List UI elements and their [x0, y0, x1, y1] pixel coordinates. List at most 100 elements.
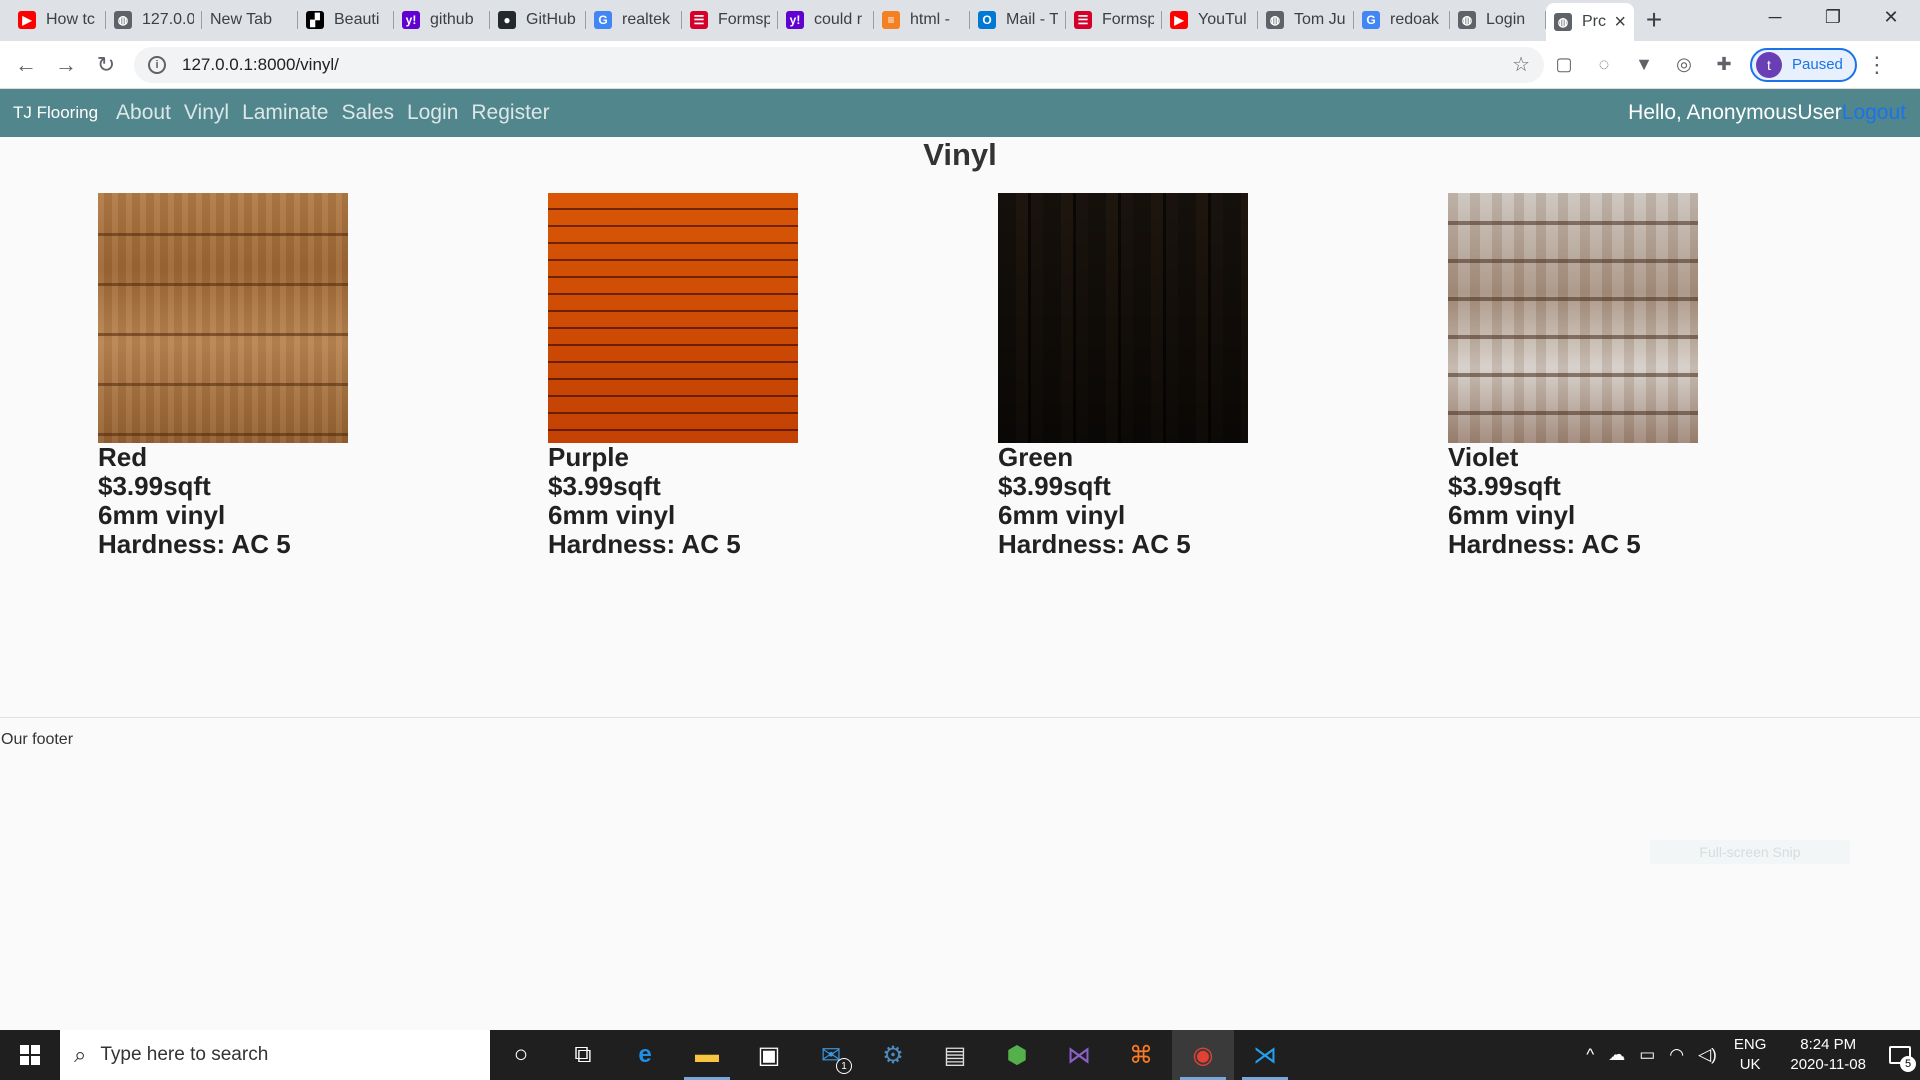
product-image[interactable] [98, 193, 348, 443]
cortana-icon[interactable]: ○ [490, 1030, 552, 1080]
nav-vinyl[interactable]: Vinyl [184, 101, 229, 125]
browser-tab-strip: ▶ How tc ◍ 127.0.0 New Tab ▞ Beauti y! github ● Gi… [0, 0, 1920, 41]
browser-tab[interactable]: ● GitHub [490, 3, 586, 37]
chrome-icon[interactable]: ◉ [1172, 1030, 1234, 1080]
restore-icon[interactable]: ❐ [1804, 0, 1862, 34]
windows-taskbar: ⌕ Type here to search ○ ⧉ e ▬ ▣ ✉ 1 ⚙ ▤ ⬢… [0, 1030, 1920, 1080]
forward-icon[interactable]: → [46, 45, 86, 85]
bookmark-star-icon[interactable]: ☆ [1512, 52, 1530, 77]
clock-date: 2020-11-08 [1790, 1056, 1866, 1073]
extension-icon[interactable]: ▼ [1624, 45, 1664, 85]
avatar: t [1756, 51, 1782, 78]
product-hardness: Hardness: AC 5 [998, 529, 1191, 559]
close-tab-icon[interactable]: × [1614, 11, 1626, 34]
globe-icon: ◍ [1266, 11, 1284, 29]
product-price: $3.99sqft [98, 471, 211, 501]
node-icon[interactable]: ⬢ [986, 1030, 1048, 1080]
nav-sales[interactable]: Sales [341, 101, 394, 125]
volume-icon[interactable]: ◁) [1698, 1045, 1717, 1065]
browser-tab[interactable]: ☰ Formsp [1066, 3, 1162, 37]
vscode-icon[interactable]: ⋊ [1234, 1030, 1296, 1080]
browser-tab[interactable]: ▶ YouTul [1162, 3, 1258, 37]
store-icon[interactable]: ▣ [738, 1030, 800, 1080]
snip-overlay[interactable]: Full-screen Snip [1650, 840, 1850, 864]
start-button[interactable] [0, 1030, 60, 1080]
youtube-icon: ▶ [1170, 11, 1188, 29]
browser-tab[interactable]: Gredoak [1354, 3, 1450, 37]
clock[interactable]: 8:24 PM 2020-11-08 [1790, 1035, 1866, 1075]
product-card: Green $3.99sqft 6mm vinyl Hardness: AC 5 [998, 193, 1258, 559]
tab-title: could r [814, 11, 863, 28]
mail-icon[interactable]: ✉ 1 [800, 1030, 862, 1080]
browser-tab[interactable]: ▶ How tc [10, 3, 106, 37]
puzzle-icon[interactable]: ✚ [1704, 45, 1744, 85]
tab-title: Formsp [718, 11, 770, 28]
product-hardness: Hardness: AC 5 [98, 529, 291, 559]
browser-tab[interactable]: ◍ Login [1450, 3, 1546, 37]
kebab-menu-icon[interactable]: ⋮ [1857, 45, 1897, 85]
file-explorer-icon[interactable]: ▬ [676, 1030, 738, 1080]
python-idle-icon[interactable]: ⚙ [862, 1030, 924, 1080]
crown-icon: ▞ [306, 11, 324, 29]
task-view-icon[interactable]: ⧉ [552, 1030, 614, 1080]
browser-tab[interactable]: ◍ 127.0.0 [106, 3, 202, 37]
browser-tab[interactable]: New Tab [202, 3, 298, 37]
tab-title: realtek [622, 11, 671, 28]
taskbar-search[interactable]: ⌕ Type here to search [60, 1030, 490, 1080]
browser-tab[interactable]: ☰ Formsp [682, 3, 778, 37]
browser-tab[interactable]: ◍ Prc × [1546, 3, 1634, 41]
mail-badge: 1 [836, 1058, 852, 1074]
tab-title: YouTul [1198, 11, 1247, 28]
onedrive-icon[interactable]: ☁ [1608, 1045, 1625, 1065]
reload-icon[interactable]: ↻ [86, 45, 126, 85]
browser-tab[interactable]: y! could r [778, 3, 874, 37]
product-price: $3.99sqft [1448, 471, 1561, 501]
logout-link[interactable]: Logout [1842, 101, 1906, 124]
product-image[interactable] [548, 193, 798, 443]
product-name: Violet [1448, 442, 1519, 472]
nav-register[interactable]: Register [471, 101, 549, 125]
yahoo-icon: y! [786, 11, 804, 29]
language-indicator[interactable]: ENG UK [1734, 1035, 1767, 1075]
address-bar[interactable]: i 127.0.0.1:8000/vinyl/ ☆ [134, 46, 1544, 83]
visual-studio-icon[interactable]: ⋈ [1048, 1030, 1110, 1080]
new-tab-button[interactable]: + [1634, 3, 1674, 37]
outlook-icon: O [978, 11, 996, 29]
nav-laminate[interactable]: Laminate [242, 101, 328, 125]
yahoo-icon: y! [402, 11, 420, 29]
brand-link[interactable]: TJ Flooring [13, 103, 98, 123]
browser-toolbar: ← → ↻ i 127.0.0.1:8000/vinyl/ ☆ ▢ ◌ ▼ ◎ … [0, 41, 1920, 89]
browser-tab[interactable]: ≡ html - [874, 3, 970, 37]
tab-title: Prc [1582, 13, 1606, 30]
extension-icon[interactable]: ▢ [1544, 45, 1584, 85]
battery-icon[interactable]: ▭ [1639, 1045, 1655, 1065]
back-icon[interactable]: ← [6, 45, 46, 85]
product-image[interactable] [1448, 193, 1698, 443]
tab-title: redoak [1390, 11, 1439, 28]
notification-center-icon[interactable]: 5 [1880, 1030, 1920, 1080]
product-name: Red [98, 442, 148, 472]
profile-button[interactable]: t Paused [1750, 47, 1857, 82]
search-icon: ⌕ [74, 1042, 87, 1067]
chevron-up-icon[interactable]: ^ [1586, 1045, 1594, 1065]
browser-tab[interactable]: Grealtek [586, 3, 682, 37]
url-text[interactable]: 127.0.0.1:8000/vinyl/ [182, 55, 339, 75]
python-file-icon[interactable]: ▤ [924, 1030, 986, 1080]
minimize-icon[interactable]: ─ [1746, 0, 1804, 34]
xampp-icon[interactable]: ⌘ [1110, 1030, 1172, 1080]
wifi-icon[interactable]: ◠ [1669, 1045, 1684, 1065]
product-card: Purple $3.99sqft 6mm vinyl Hardness: AC … [548, 193, 808, 559]
browser-tab[interactable]: ◍ Tom Ju [1258, 3, 1354, 37]
extension-icon[interactable]: ◎ [1664, 45, 1704, 85]
extension-icon[interactable]: ◌ [1584, 45, 1624, 85]
close-window-icon[interactable]: ✕ [1862, 0, 1920, 34]
browser-tab[interactable]: y! github [394, 3, 490, 37]
site-info-icon[interactable]: i [148, 55, 166, 74]
nav-about[interactable]: About [116, 101, 171, 125]
product-image[interactable] [998, 193, 1248, 443]
edge-icon[interactable]: e [614, 1030, 676, 1080]
nav-login[interactable]: Login [407, 101, 458, 125]
browser-tab[interactable]: ▞ Beauti [298, 3, 394, 37]
browser-tab[interactable]: O Mail - T [970, 3, 1066, 37]
tab-title: 127.0.0 [142, 11, 194, 28]
